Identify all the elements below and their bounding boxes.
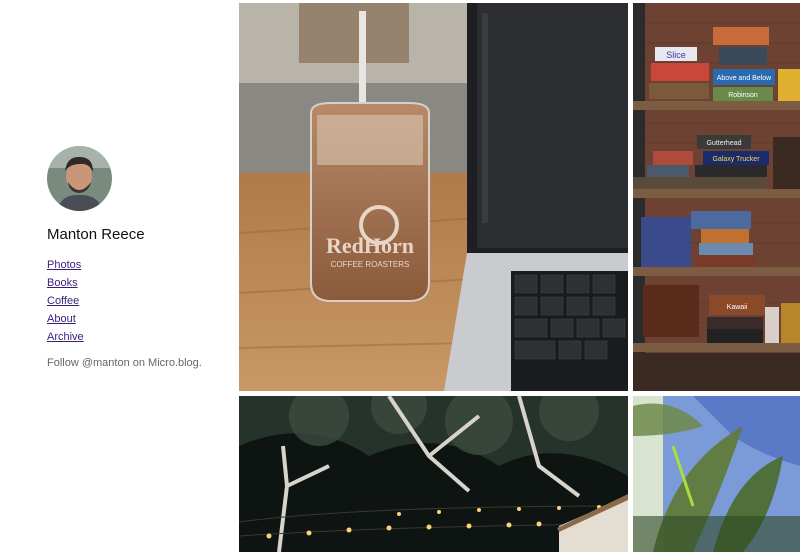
cup-logo-subtext: COFFEE ROASTERS [331,260,410,269]
follow-text: Follow @manton on Micro.blog. [47,357,202,369]
photo-string-lights[interactable] [239,396,628,552]
photo-board-games[interactable]: Slice Above and Below Robinson Gutterhea… [633,3,800,391]
cup-logo-text: RedHorn [326,233,414,258]
nav-menu: Photos Books Coffee About Archive [47,256,84,346]
nav-link-archive[interactable]: Archive [47,328,84,346]
sidebar: Manton Reece Photos Books Coffee About A… [0,0,239,552]
nav-link-photos[interactable]: Photos [47,256,84,274]
box-title-1: Above and Below [717,75,772,82]
avatar[interactable] [47,146,112,211]
nav-link-about[interactable]: About [47,310,84,328]
box-title-3: Gutterhead [706,140,741,147]
profile-name: Manton Reece [47,226,145,243]
box-title-0: Slice [666,50,686,60]
profile-photo-icon [47,146,112,211]
photo-plant[interactable] [633,396,800,552]
nav-link-coffee[interactable]: Coffee [47,292,84,310]
box-title-2: Robinson [728,92,758,99]
box-title-4: Galaxy Trucker [712,156,760,163]
photo-iced-coffee[interactable]: RedHorn COFFEE ROASTERS [239,3,628,391]
box-title-5: Kawaii [727,304,748,311]
nav-link-books[interactable]: Books [47,274,84,292]
